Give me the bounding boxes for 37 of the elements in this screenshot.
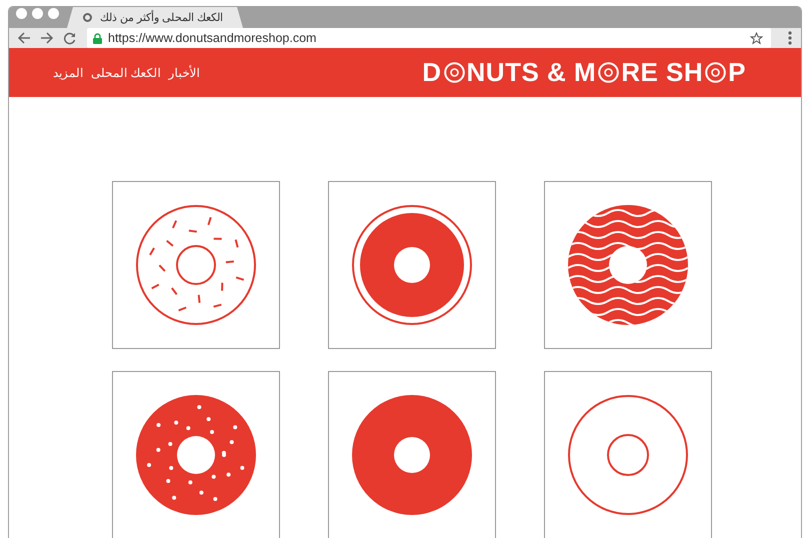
nav-link[interactable]: المزيد	[53, 66, 83, 80]
nav-link[interactable]: الكعك المحلى	[91, 66, 160, 80]
logo-text: P	[728, 57, 746, 88]
product-card[interactable]	[328, 371, 496, 538]
site-logo[interactable]: D NUTS & M RE SH P	[422, 57, 746, 88]
tab-title: الكعك المحلى وأكثر من ذلك	[100, 11, 224, 24]
nav-link[interactable]: الأخبار	[168, 66, 200, 80]
product-card[interactable]	[112, 181, 280, 349]
window-control-icon[interactable]	[32, 8, 43, 19]
donut-letter-icon	[705, 62, 726, 83]
url-text: https://www.donutsandmoreshop.com	[108, 31, 316, 45]
donut-letter-icon	[444, 62, 465, 83]
donut-icon	[135, 204, 257, 326]
logo-text: D	[422, 57, 442, 88]
forward-icon[interactable]	[40, 32, 54, 44]
donut-icon	[135, 394, 257, 516]
tab-favicon-icon	[83, 13, 92, 22]
logo-text: RE SH	[621, 57, 704, 88]
logo-text: NUTS & M	[466, 57, 596, 88]
product-card[interactable]	[328, 181, 496, 349]
window-control-icon[interactable]	[48, 8, 59, 19]
window-control-icon[interactable]	[16, 8, 27, 19]
reload-icon[interactable]	[63, 32, 76, 44]
browser-tab[interactable]: الكعك المحلى وأكثر من ذلك	[67, 7, 243, 28]
donut-icon	[567, 204, 689, 326]
menu-icon[interactable]	[788, 31, 792, 45]
donut-letter-icon	[598, 62, 620, 83]
donut-icon	[351, 394, 473, 516]
product-card[interactable]	[544, 371, 712, 538]
donut-icon	[567, 394, 689, 516]
product-card[interactable]	[544, 181, 712, 349]
star-icon[interactable]	[750, 32, 763, 44]
donut-icon	[351, 204, 473, 326]
lock-icon	[93, 32, 102, 44]
address-bar[interactable]: https://www.donutsandmoreshop.com	[87, 28, 771, 48]
product-card[interactable]	[112, 371, 280, 538]
back-icon[interactable]	[17, 32, 31, 44]
